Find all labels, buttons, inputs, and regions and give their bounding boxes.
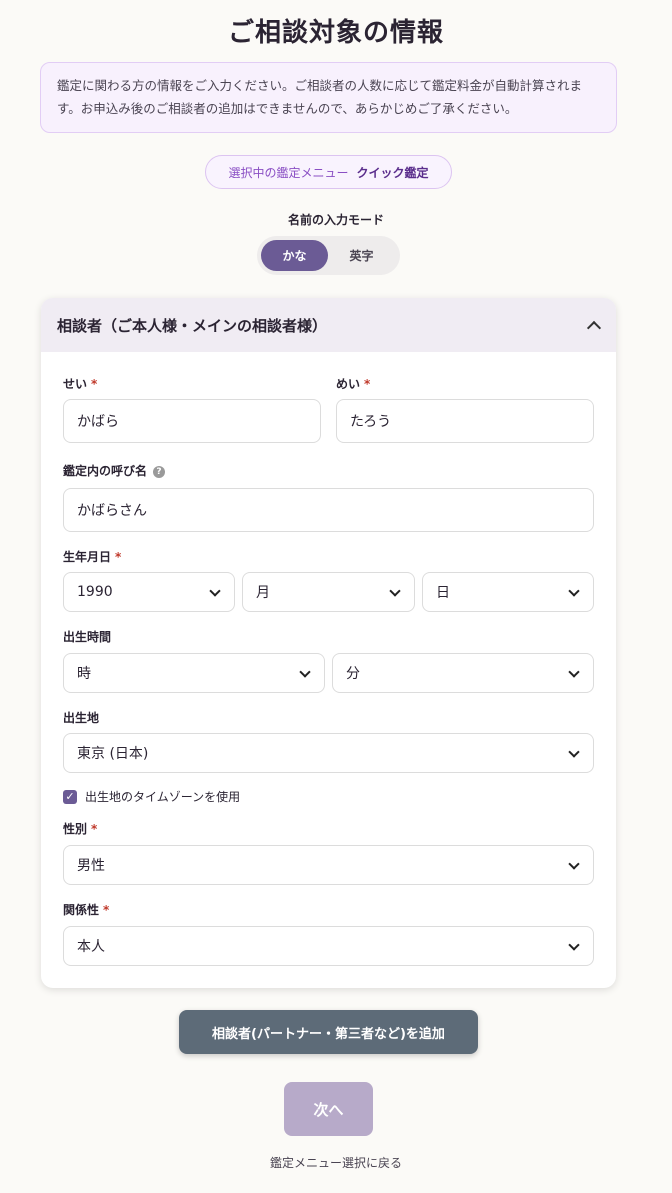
- birth-date-label-text: 生年月日: [63, 550, 112, 564]
- add-consultant-button[interactable]: 相談者(パートナー・第三者など)を追加: [179, 1010, 478, 1054]
- required-mark: *: [364, 377, 371, 391]
- birth-place-label: 出生地: [63, 711, 100, 725]
- name-mode-label: 名前の入力モード: [287, 213, 384, 227]
- last-name-value: かばら: [77, 414, 119, 430]
- chevron-down-icon: [210, 588, 219, 597]
- birth-minute-value: 分: [346, 666, 360, 682]
- nickname-input[interactable]: かばらさん: [63, 488, 594, 532]
- relationship-value: 本人: [77, 939, 105, 955]
- required-mark: *: [103, 903, 110, 917]
- first-name-label-text: めい: [336, 377, 361, 391]
- selected-menu-label: 選択中の鑑定メニュー: [228, 165, 349, 180]
- help-icon[interactable]: ?: [153, 465, 166, 478]
- relationship-label: 関係性 *: [63, 901, 109, 918]
- last-name-input[interactable]: かばら: [63, 399, 321, 443]
- gender-value: 男性: [77, 858, 105, 874]
- timezone-checkbox[interactable]: ✓: [63, 789, 77, 804]
- birth-hour-value: 時: [77, 666, 91, 682]
- chevron-down-icon: [569, 861, 578, 870]
- consultant-card: 相談者（ご本人様・メインの相談者様） せい * かばら めい * たろう 鑑定内の呼…: [41, 298, 616, 988]
- name-mode-toggle: かな 英字: [257, 236, 400, 275]
- first-name-input[interactable]: たろう: [336, 399, 594, 443]
- gender-select[interactable]: 男性: [63, 845, 594, 885]
- birth-place-value: 東京 (日本): [77, 746, 149, 762]
- birth-month-select[interactable]: 月: [242, 572, 415, 612]
- name-mode-kana-button[interactable]: かな: [261, 240, 328, 271]
- birth-day-value: 日: [436, 585, 450, 601]
- relationship-select[interactable]: 本人: [63, 926, 594, 966]
- last-name-label-text: せい: [63, 377, 88, 391]
- chevron-down-icon: [569, 942, 578, 951]
- name-mode-alphabet-button[interactable]: 英字: [328, 240, 395, 271]
- birth-hour-select[interactable]: 時: [63, 653, 325, 693]
- selected-menu-value: クイック鑑定: [356, 165, 429, 180]
- notice-box: 鑑定に関わる方の情報をご入力ください。ご相談者の人数に応じて鑑定料金が自動計算さ…: [40, 62, 617, 133]
- required-mark: *: [91, 822, 98, 836]
- chevron-down-icon: [569, 749, 578, 758]
- first-name-label: めい *: [336, 375, 370, 392]
- relationship-label-text: 関係性: [63, 903, 100, 917]
- next-button[interactable]: 次へ: [284, 1082, 373, 1136]
- first-name-value: たろう: [350, 414, 392, 430]
- timezone-checkbox-row[interactable]: ✓ 出生地のタイムゾーンを使用: [63, 788, 240, 805]
- timezone-checkbox-label: 出生地のタイムゾーンを使用: [85, 790, 241, 804]
- birth-place-select[interactable]: 東京 (日本): [63, 733, 594, 773]
- chevron-up-icon[interactable]: [586, 318, 600, 332]
- birth-month-value: 月: [256, 585, 270, 601]
- selected-menu-pill: 選択中の鑑定メニュー クイック鑑定: [205, 155, 452, 189]
- birth-year-value: 1990: [77, 584, 113, 600]
- page-title: ご相談対象の情報: [227, 18, 444, 48]
- birth-minute-select[interactable]: 分: [332, 653, 594, 693]
- birth-time-label: 出生時間: [63, 630, 112, 644]
- chevron-down-icon: [569, 588, 578, 597]
- gender-label: 性別 *: [63, 820, 97, 837]
- consultant-card-header[interactable]: 相談者（ご本人様・メインの相談者様）: [41, 298, 616, 352]
- required-mark: *: [115, 550, 122, 564]
- back-to-menu-link[interactable]: 鑑定メニュー選択に戻る: [0, 1154, 672, 1171]
- birth-year-select[interactable]: 1990: [63, 572, 235, 612]
- birth-day-select[interactable]: 日: [422, 572, 594, 612]
- birth-date-label: 生年月日 *: [63, 548, 121, 565]
- chevron-down-icon: [569, 669, 578, 678]
- consultant-card-title: 相談者（ご本人様・メインの相談者様）: [57, 316, 328, 335]
- chevron-down-icon: [300, 669, 309, 678]
- chevron-down-icon: [390, 588, 399, 597]
- nickname-label: 鑑定内の呼び名?: [63, 462, 166, 479]
- nickname-label-text: 鑑定内の呼び名: [63, 464, 148, 478]
- gender-label-text: 性別: [63, 822, 88, 836]
- nickname-value: かばらさん: [77, 503, 147, 519]
- last-name-label: せい *: [63, 375, 97, 392]
- required-mark: *: [91, 377, 98, 391]
